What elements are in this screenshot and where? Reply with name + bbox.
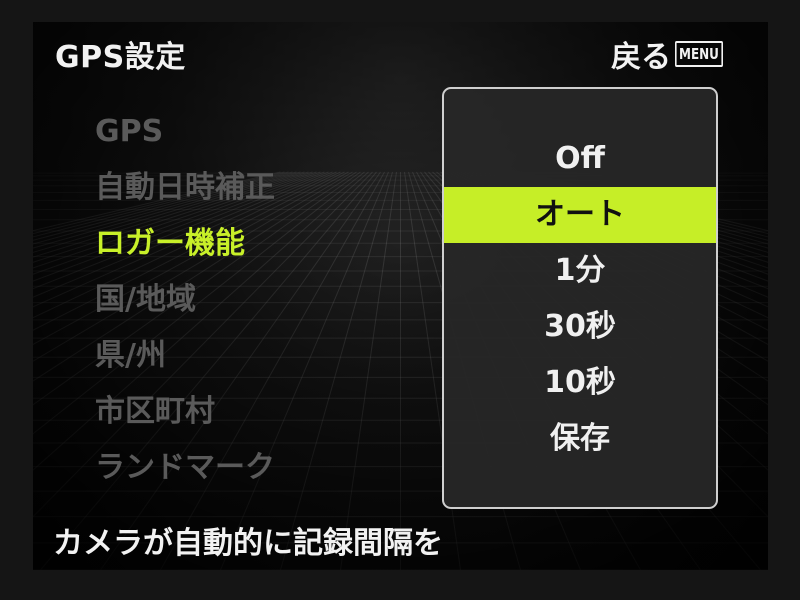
option-10-seconds[interactable]: 10秒 <box>444 355 716 411</box>
menu-item-logger[interactable]: ロガー機能 <box>95 216 275 272</box>
back-label: 戻る <box>611 40 672 75</box>
menu-item-gps[interactable]: GPS <box>95 104 275 160</box>
option-save[interactable]: 保存 <box>444 411 716 467</box>
menu-button-icon: MENU <box>675 41 724 67</box>
option-1-minute[interactable]: 1分 <box>444 243 716 299</box>
option-30-seconds[interactable]: 30秒 <box>444 299 716 355</box>
camera-screen: GPS設定 戻る MENU GPS 自動日時補正 ロガー機能 国/地域 県/州 … <box>33 22 768 570</box>
menu-item-city[interactable]: 市区町村 <box>95 384 275 440</box>
option-list: Off オート 1分 30秒 10秒 保存 <box>444 131 716 467</box>
menu-item-country-region[interactable]: 国/地域 <box>95 272 275 328</box>
help-text: カメラが自動的に記録間隔を <box>53 526 443 561</box>
option-auto[interactable]: オート <box>444 187 716 243</box>
option-off[interactable]: Off <box>444 131 716 187</box>
page-title: GPS設定 <box>55 40 186 75</box>
back-button[interactable]: 戻る MENU <box>611 32 735 76</box>
logger-options-popup: Off オート 1分 30秒 10秒 保存 <box>442 87 718 509</box>
menu-item-auto-time-correction[interactable]: 自動日時補正 <box>95 160 275 216</box>
menu-item-landmark[interactable]: ランドマーク <box>95 440 275 496</box>
menu-item-prefecture-state[interactable]: 県/州 <box>95 328 275 384</box>
settings-menu: GPS 自動日時補正 ロガー機能 国/地域 県/州 市区町村 ランドマーク <box>95 104 275 496</box>
